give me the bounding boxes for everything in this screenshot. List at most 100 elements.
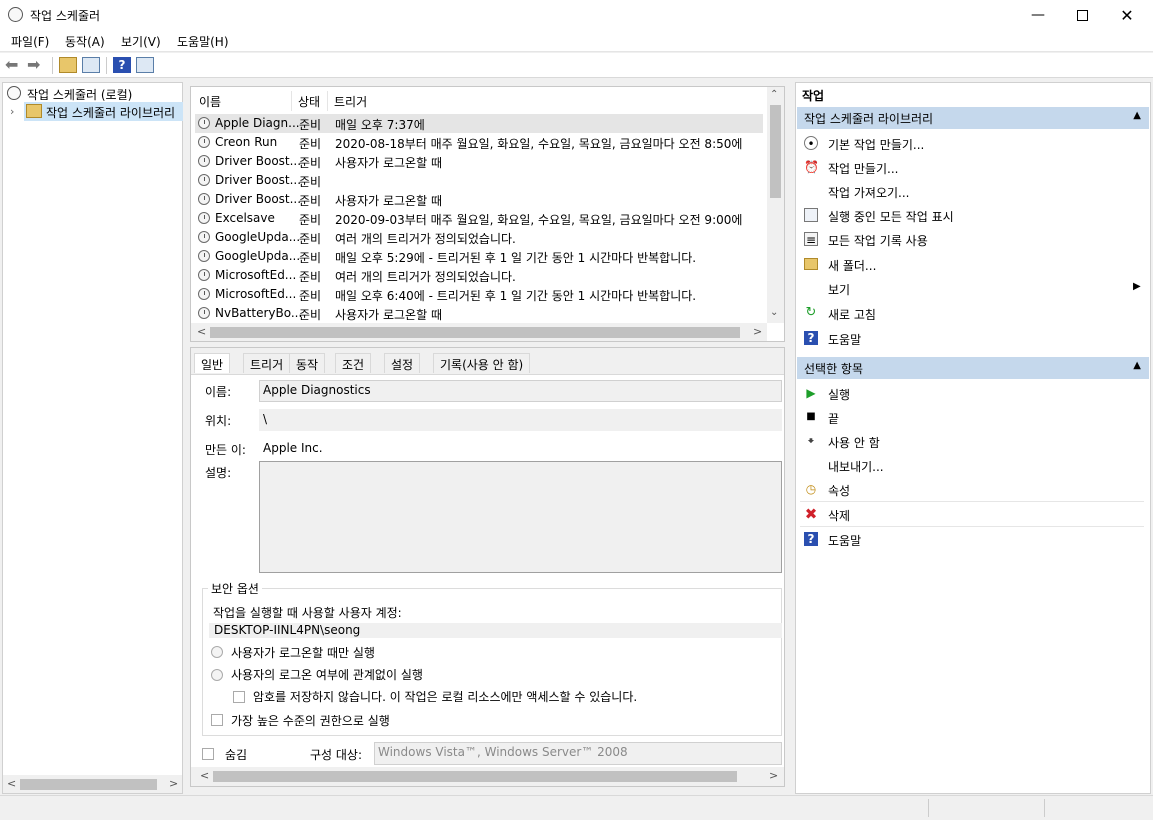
action-enable-history[interactable]: ≡ 모든 작업 기록 사용	[802, 227, 1142, 251]
action-label: 새 폴더...	[828, 259, 877, 273]
tree-item-library[interactable]: 작업 스케줄러 라이브러리	[24, 102, 183, 121]
tree-root-label[interactable]: 작업 스케줄러 (로컬)	[27, 86, 132, 103]
scroll-thumb[interactable]	[770, 105, 781, 198]
action-label: 도움말	[828, 534, 862, 548]
task-list-vscrollbar[interactable]: ⌃ ⌄	[767, 87, 784, 323]
radio-run-whether-logged-on[interactable]	[211, 669, 223, 681]
task-trigger: 사용자가 로그온할 때	[335, 156, 442, 170]
show-hide-tree-icon[interactable]	[82, 57, 100, 73]
tab-actions[interactable]: 동작	[289, 353, 326, 373]
table-row[interactable]: Driver Boost... 준비	[195, 171, 763, 190]
action-export[interactable]: 내보내기...	[802, 453, 1142, 477]
running-tasks-icon	[804, 208, 818, 222]
title-bar: 작업 스케줄러 — ✕	[0, 0, 1153, 30]
scroll-right-icon[interactable]: >	[753, 325, 762, 338]
description-field[interactable]	[259, 461, 782, 573]
table-row[interactable]: GoogleUpda... 준비 매일 오후 5:29에 - 트리거된 후 1 일 …	[195, 247, 763, 266]
help-icon[interactable]: ?	[113, 57, 131, 73]
collapse-up-icon[interactable]: ▲	[1133, 110, 1141, 121]
action-new-folder[interactable]: 새 폴더...	[802, 252, 1142, 276]
action-run[interactable]: ▶ 실행	[802, 381, 1142, 405]
tab-triggers[interactable]: 트리거	[243, 353, 291, 373]
action-view[interactable]: 보기 ▶	[802, 276, 1142, 300]
column-header-name[interactable]: 이름	[199, 93, 221, 110]
checkbox-hidden[interactable]	[202, 748, 214, 760]
menu-action[interactable]: 동작(A)	[65, 33, 105, 50]
details-hscrollbar[interactable]: < >	[191, 767, 784, 786]
scroll-thumb[interactable]	[210, 327, 740, 338]
table-row[interactable]: NvBatteryBo... 준비 사용자가 로그온할 때	[195, 304, 763, 323]
scroll-thumb[interactable]	[213, 771, 737, 782]
scroll-left-icon[interactable]: <	[7, 777, 16, 790]
action-refresh[interactable]: ↻ 새로 고침	[802, 301, 1142, 325]
scroll-right-icon[interactable]: >	[169, 777, 178, 790]
scroll-right-icon[interactable]: >	[769, 769, 778, 782]
action-help-selected[interactable]: ? 도움말	[802, 527, 1142, 551]
column-divider	[327, 91, 328, 111]
account-field: DESKTOP-IINL4PN\seong	[209, 623, 782, 638]
minimize-button[interactable]: —	[1015, 0, 1061, 30]
action-properties[interactable]: ◷ 속성	[802, 477, 1142, 501]
task-icon	[198, 269, 210, 281]
task-list-hscrollbar[interactable]: < >	[191, 323, 767, 341]
forward-arrow-icon[interactable]: ➡	[27, 57, 45, 73]
table-row[interactable]: Creon Run 준비 2020-08-18부터 매주 월요일, 화요일, 수요일…	[195, 133, 763, 152]
scroll-thumb[interactable]	[20, 779, 157, 790]
action-create-basic-task[interactable]: • 기본 작업 만들기...	[802, 131, 1142, 155]
checkbox-do-not-store-password[interactable]	[233, 691, 245, 703]
table-row[interactable]: Driver Boost... 준비 사용자가 로그온할 때	[195, 190, 763, 209]
table-row[interactable]: MicrosoftEd... 준비 여러 개의 트리거가 정의되었습니다.	[195, 266, 763, 285]
action-help[interactable]: ? 도움말	[802, 326, 1142, 350]
scroll-left-icon[interactable]: <	[197, 325, 206, 338]
table-row[interactable]: Excelsave 준비 2020-09-03부터 매주 월요일, 화요일, 수요일…	[195, 209, 763, 228]
task-status: 준비	[299, 194, 322, 208]
close-button[interactable]: ✕	[1104, 0, 1150, 30]
radio-logon-only[interactable]	[211, 646, 223, 658]
close-icon: ✕	[1120, 5, 1134, 25]
menu-file[interactable]: 파일(F)	[11, 33, 49, 50]
section-header-library[interactable]: 작업 스케줄러 라이브러리 ▲	[797, 107, 1149, 129]
action-create-task[interactable]: ⏰ 작업 만들기...	[802, 155, 1142, 179]
section-header-label: 선택한 항목	[804, 362, 864, 376]
tab-general[interactable]: 일반	[194, 353, 231, 373]
action-disable[interactable]: 🠻 사용 안 함	[802, 429, 1142, 453]
up-folder-icon[interactable]	[59, 57, 77, 73]
tree-hscrollbar[interactable]: < >	[3, 775, 182, 793]
table-row[interactable]: Apple Diagn... 준비 매일 오후 7:37에	[195, 114, 763, 133]
table-row[interactable]: GoogleUpda... 준비 여러 개의 트리거가 정의되었습니다.	[195, 228, 763, 247]
table-row[interactable]: MicrosoftEd... 준비 매일 오후 6:40에 - 트리거된 후 1 일…	[195, 285, 763, 304]
status-bar	[0, 795, 1153, 820]
action-end[interactable]: ■ 끝	[802, 405, 1142, 429]
task-trigger: 사용자가 로그온할 때	[335, 194, 442, 208]
action-import-task[interactable]: 작업 가져오기...	[802, 179, 1142, 203]
tab-history[interactable]: 기록(사용 안 함)	[433, 353, 531, 373]
section-header-selected-item[interactable]: 선택한 항목 ▲	[797, 357, 1149, 379]
column-header-trigger[interactable]: 트리거	[334, 93, 367, 110]
tab-conditions[interactable]: 조건	[335, 353, 372, 373]
show-hide-action-pane-icon[interactable]	[136, 57, 154, 73]
scroll-left-icon[interactable]: <	[200, 769, 209, 782]
menu-view[interactable]: 보기(V)	[121, 33, 161, 50]
collapse-up-icon[interactable]: ▲	[1133, 360, 1141, 371]
back-arrow-icon[interactable]: ⬅	[5, 57, 23, 73]
maximize-button[interactable]	[1059, 0, 1105, 30]
action-label: 모든 작업 기록 사용	[828, 234, 928, 248]
menu-help[interactable]: 도움말(H)	[177, 33, 229, 50]
tab-settings[interactable]: 설정	[384, 353, 421, 373]
table-row[interactable]: Driver Boost... 준비 사용자가 로그온할 때	[195, 152, 763, 171]
action-delete[interactable]: ✖ 삭제	[802, 502, 1142, 526]
run-icon: ▶	[806, 386, 816, 400]
description-label: 설명:	[205, 466, 232, 480]
checkbox-highest-privileges[interactable]	[211, 714, 223, 726]
column-header-status[interactable]: 상태	[298, 93, 320, 110]
scroll-down-icon[interactable]: ⌄	[770, 307, 778, 318]
task-status: 준비	[299, 289, 322, 303]
configure-for-select[interactable]: Windows Vista™, Windows Server™ 2008	[374, 742, 782, 765]
task-name: Excelsave	[215, 211, 275, 225]
chevron-right-icon[interactable]: ›	[10, 105, 14, 118]
name-field[interactable]: Apple Diagnostics	[259, 380, 782, 402]
action-display-running-tasks[interactable]: 실행 중인 모든 작업 표시	[802, 203, 1142, 227]
scroll-up-icon[interactable]: ⌃	[770, 89, 778, 100]
action-label: 사용 안 함	[828, 436, 880, 450]
task-status: 준비	[299, 213, 322, 227]
